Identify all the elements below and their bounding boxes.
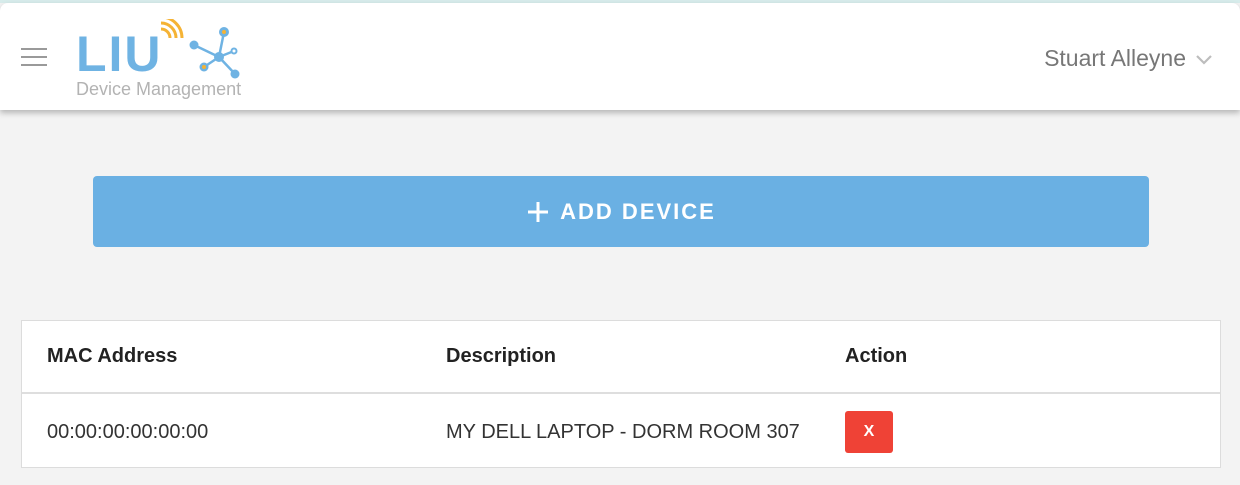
network-node-icon	[160, 19, 240, 79]
logo[interactable]: LIU Device Management	[76, 17, 276, 101]
app-header: LIU Device Management Stuart Alleyne	[0, 3, 1240, 110]
mac-address-cell: 00:00:00:00:00:00	[47, 420, 209, 443]
chevron-down-icon	[1196, 54, 1212, 65]
description-cell: MY DELL LAPTOP - DORM ROOM 307	[446, 420, 800, 443]
column-header-description: Description	[446, 345, 557, 367]
delete-device-button[interactable]: X	[845, 411, 893, 453]
add-device-button[interactable]: ADD DEVICE	[93, 176, 1149, 247]
column-header-mac: MAC Address	[47, 345, 178, 367]
logo-text: LIU	[76, 26, 163, 82]
devices-table: MAC Address Description Action 00:00:00:…	[21, 320, 1221, 468]
table-row: 00:00:00:00:00:00 MY DELL LAPTOP - DORM …	[22, 396, 1220, 468]
table-header: MAC Address Description Action	[22, 321, 1220, 394]
action-cell: X	[845, 396, 893, 468]
plus-icon	[528, 201, 549, 222]
column-header-action: Action	[845, 345, 908, 367]
hamburger-icon	[21, 48, 47, 50]
add-device-label: ADD DEVICE	[560, 198, 716, 224]
user-name: Stuart Alleyne	[1044, 45, 1186, 71]
menu-button[interactable]	[18, 46, 50, 68]
user-menu[interactable]: Stuart Alleyne	[1044, 45, 1214, 72]
logo-subtitle: Device Management	[76, 79, 242, 99]
